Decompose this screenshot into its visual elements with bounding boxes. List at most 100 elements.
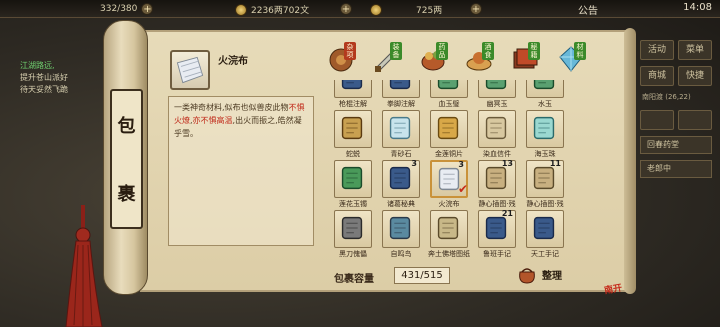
item-name: 奔土佛塔图纸 bbox=[428, 250, 470, 258]
add-silver-button[interactable]: + bbox=[340, 3, 352, 15]
capacity-value: 431/515 bbox=[394, 267, 450, 284]
category-tabs: 杂项 装备 药品 酒食 秘籍 材料 bbox=[322, 40, 602, 80]
tab-food[interactable]: 酒食 bbox=[460, 40, 500, 80]
jade-icon bbox=[437, 80, 459, 90]
desc-text-1: 一类神奇材料,似布也似兽皮此物 bbox=[174, 103, 289, 112]
item-name: 青砂石 bbox=[390, 150, 412, 158]
item-slot[interactable] bbox=[430, 80, 468, 98]
bag-icon bbox=[519, 268, 535, 284]
add-stamina-button[interactable]: + bbox=[141, 3, 154, 15]
item-name: 枪棍注解 bbox=[339, 100, 367, 108]
side-button-b[interactable] bbox=[678, 110, 712, 130]
add-gold-button[interactable]: + bbox=[470, 3, 482, 15]
book-icon bbox=[389, 80, 411, 90]
tab-medicine-label: 药品 bbox=[436, 42, 448, 60]
sort-button[interactable]: 整理 bbox=[516, 262, 574, 286]
item-name: 血玉璧 bbox=[438, 100, 460, 108]
red-tassel-icon bbox=[65, 205, 103, 327]
shortcut-button[interactable]: 快捷 bbox=[678, 66, 712, 86]
item-slot[interactable]: 21 bbox=[478, 209, 516, 248]
item-slot[interactable] bbox=[430, 110, 468, 148]
tab-medicine[interactable]: 药品 bbox=[414, 40, 454, 80]
quest-line-1: 提升苍山派好 bbox=[20, 73, 68, 82]
item-slot[interactable] bbox=[478, 80, 516, 98]
item-name: 天工手记 bbox=[531, 250, 559, 258]
puppet-icon bbox=[341, 216, 363, 240]
tab-equipment[interactable]: 装备 bbox=[368, 40, 408, 80]
item-slot[interactable] bbox=[478, 110, 516, 148]
location-info: 南阳渡 (26,22) bbox=[642, 93, 691, 101]
add-silver-button-wrap: + bbox=[340, 3, 352, 15]
item-slot[interactable]: 3 bbox=[382, 159, 420, 198]
crystal-icon bbox=[389, 116, 411, 140]
menu-button[interactable]: 菜单 bbox=[678, 40, 712, 60]
jade-icon bbox=[533, 80, 555, 90]
item-slot[interactable] bbox=[382, 110, 420, 148]
item-name: 水玉 bbox=[538, 100, 552, 108]
sort-button-label: 整理 bbox=[542, 270, 562, 282]
panel-title-plate: 包 裹 bbox=[110, 89, 143, 229]
scroll-rod: 包 裹 bbox=[103, 20, 148, 295]
item-name: 莲花玉镯 bbox=[339, 200, 367, 208]
side-button-a[interactable] bbox=[640, 110, 674, 130]
book-icon bbox=[533, 216, 555, 240]
item-description: 一类神奇材料,似布也似兽皮此物不惧火燎,亦不惧高温,出火而振之,皓然凝乎雪。 bbox=[168, 96, 314, 246]
gold-coin-icon bbox=[370, 3, 382, 16]
item-slot[interactable] bbox=[526, 210, 564, 248]
item-name: 火浣布 bbox=[438, 200, 460, 208]
bracelet-icon bbox=[341, 166, 363, 190]
item-slot[interactable] bbox=[334, 80, 372, 98]
item-slot[interactable]: 13 bbox=[478, 159, 516, 198]
quest-title: 江湖路远, bbox=[20, 61, 55, 70]
capacity-label: 包裹容量 bbox=[334, 274, 374, 285]
item-slot[interactable] bbox=[382, 210, 420, 248]
item-name: 静心插图·残 bbox=[526, 200, 564, 208]
tab-sundries-label: 杂项 bbox=[344, 42, 356, 60]
notice-button[interactable]: 公告 bbox=[578, 2, 598, 17]
item-slot[interactable] bbox=[334, 110, 372, 148]
item-count: 11 bbox=[549, 159, 561, 168]
item-name: 诸葛秘典 bbox=[387, 200, 415, 208]
item-name: 静心插图·残 bbox=[478, 200, 516, 208]
tab-material-label: 材料 bbox=[574, 42, 586, 60]
item-slot[interactable] bbox=[526, 80, 564, 98]
activity-button[interactable]: 活动 bbox=[640, 40, 674, 60]
item-slot[interactable] bbox=[334, 160, 372, 198]
shop-button[interactable]: 商城 bbox=[640, 66, 674, 86]
silver-coin-icon bbox=[235, 3, 247, 16]
item-grid: 枪棍注解 拳脚注解 血玉璧 幽冥玉 水玉 蛇蜕 青砂石 金莲铜片 染血信件 海玉珠 莲花玉镯 3 诸葛秘… bbox=[330, 80, 585, 260]
silver-resource: 2236两702文 bbox=[235, 3, 309, 16]
silver-value: 2236两702文 bbox=[251, 6, 310, 16]
item-slot[interactable] bbox=[334, 210, 372, 248]
tab-sundries[interactable]: 杂项 bbox=[322, 40, 362, 80]
scroll-right-edge bbox=[624, 28, 636, 294]
selected-check-icon: ✔ bbox=[457, 182, 468, 196]
bird-icon bbox=[389, 216, 411, 240]
tab-material[interactable]: 材料 bbox=[552, 40, 592, 80]
item-slot[interactable] bbox=[430, 210, 468, 248]
letter-icon bbox=[485, 116, 507, 140]
item-slot[interactable]: 3 ✔ bbox=[430, 160, 468, 198]
tab-manual[interactable]: 秘籍 bbox=[506, 40, 546, 80]
item-name: 拳脚注解 bbox=[387, 100, 415, 108]
item-name: 海玉珠 bbox=[534, 150, 556, 158]
item-name: 鲁班手记 bbox=[483, 250, 511, 258]
quest-line-2: 待天妥然飞跪 bbox=[20, 85, 68, 94]
right-side-menu: 活动 菜单 商城 快捷 南阳渡 (26,22) 回春药堂 老郎中 bbox=[640, 40, 716, 184]
item-slot[interactable] bbox=[382, 80, 420, 98]
item-name: 金莲铜片 bbox=[435, 150, 463, 158]
gold-resource: 725两 bbox=[370, 3, 442, 16]
pearl-icon bbox=[533, 116, 555, 140]
poi-old-doctor[interactable]: 老郎中 bbox=[640, 160, 712, 178]
stamina-value: 332/380 bbox=[100, 4, 138, 14]
poi-apothecary[interactable]: 回春药堂 bbox=[640, 136, 712, 154]
blueprint-icon bbox=[437, 216, 459, 240]
item-name: 蛇蜕 bbox=[346, 150, 360, 158]
item-slot[interactable]: 11 bbox=[526, 159, 564, 198]
tab-equipment-label: 装备 bbox=[390, 42, 402, 60]
item-slot[interactable] bbox=[526, 110, 564, 148]
tab-food-label: 酒食 bbox=[482, 42, 494, 60]
book-icon bbox=[341, 80, 363, 90]
quest-tracker[interactable]: 江湖路远, 提升苍山派好 待天妥然飞跪 bbox=[20, 60, 68, 96]
item-count: 21 bbox=[501, 209, 513, 218]
